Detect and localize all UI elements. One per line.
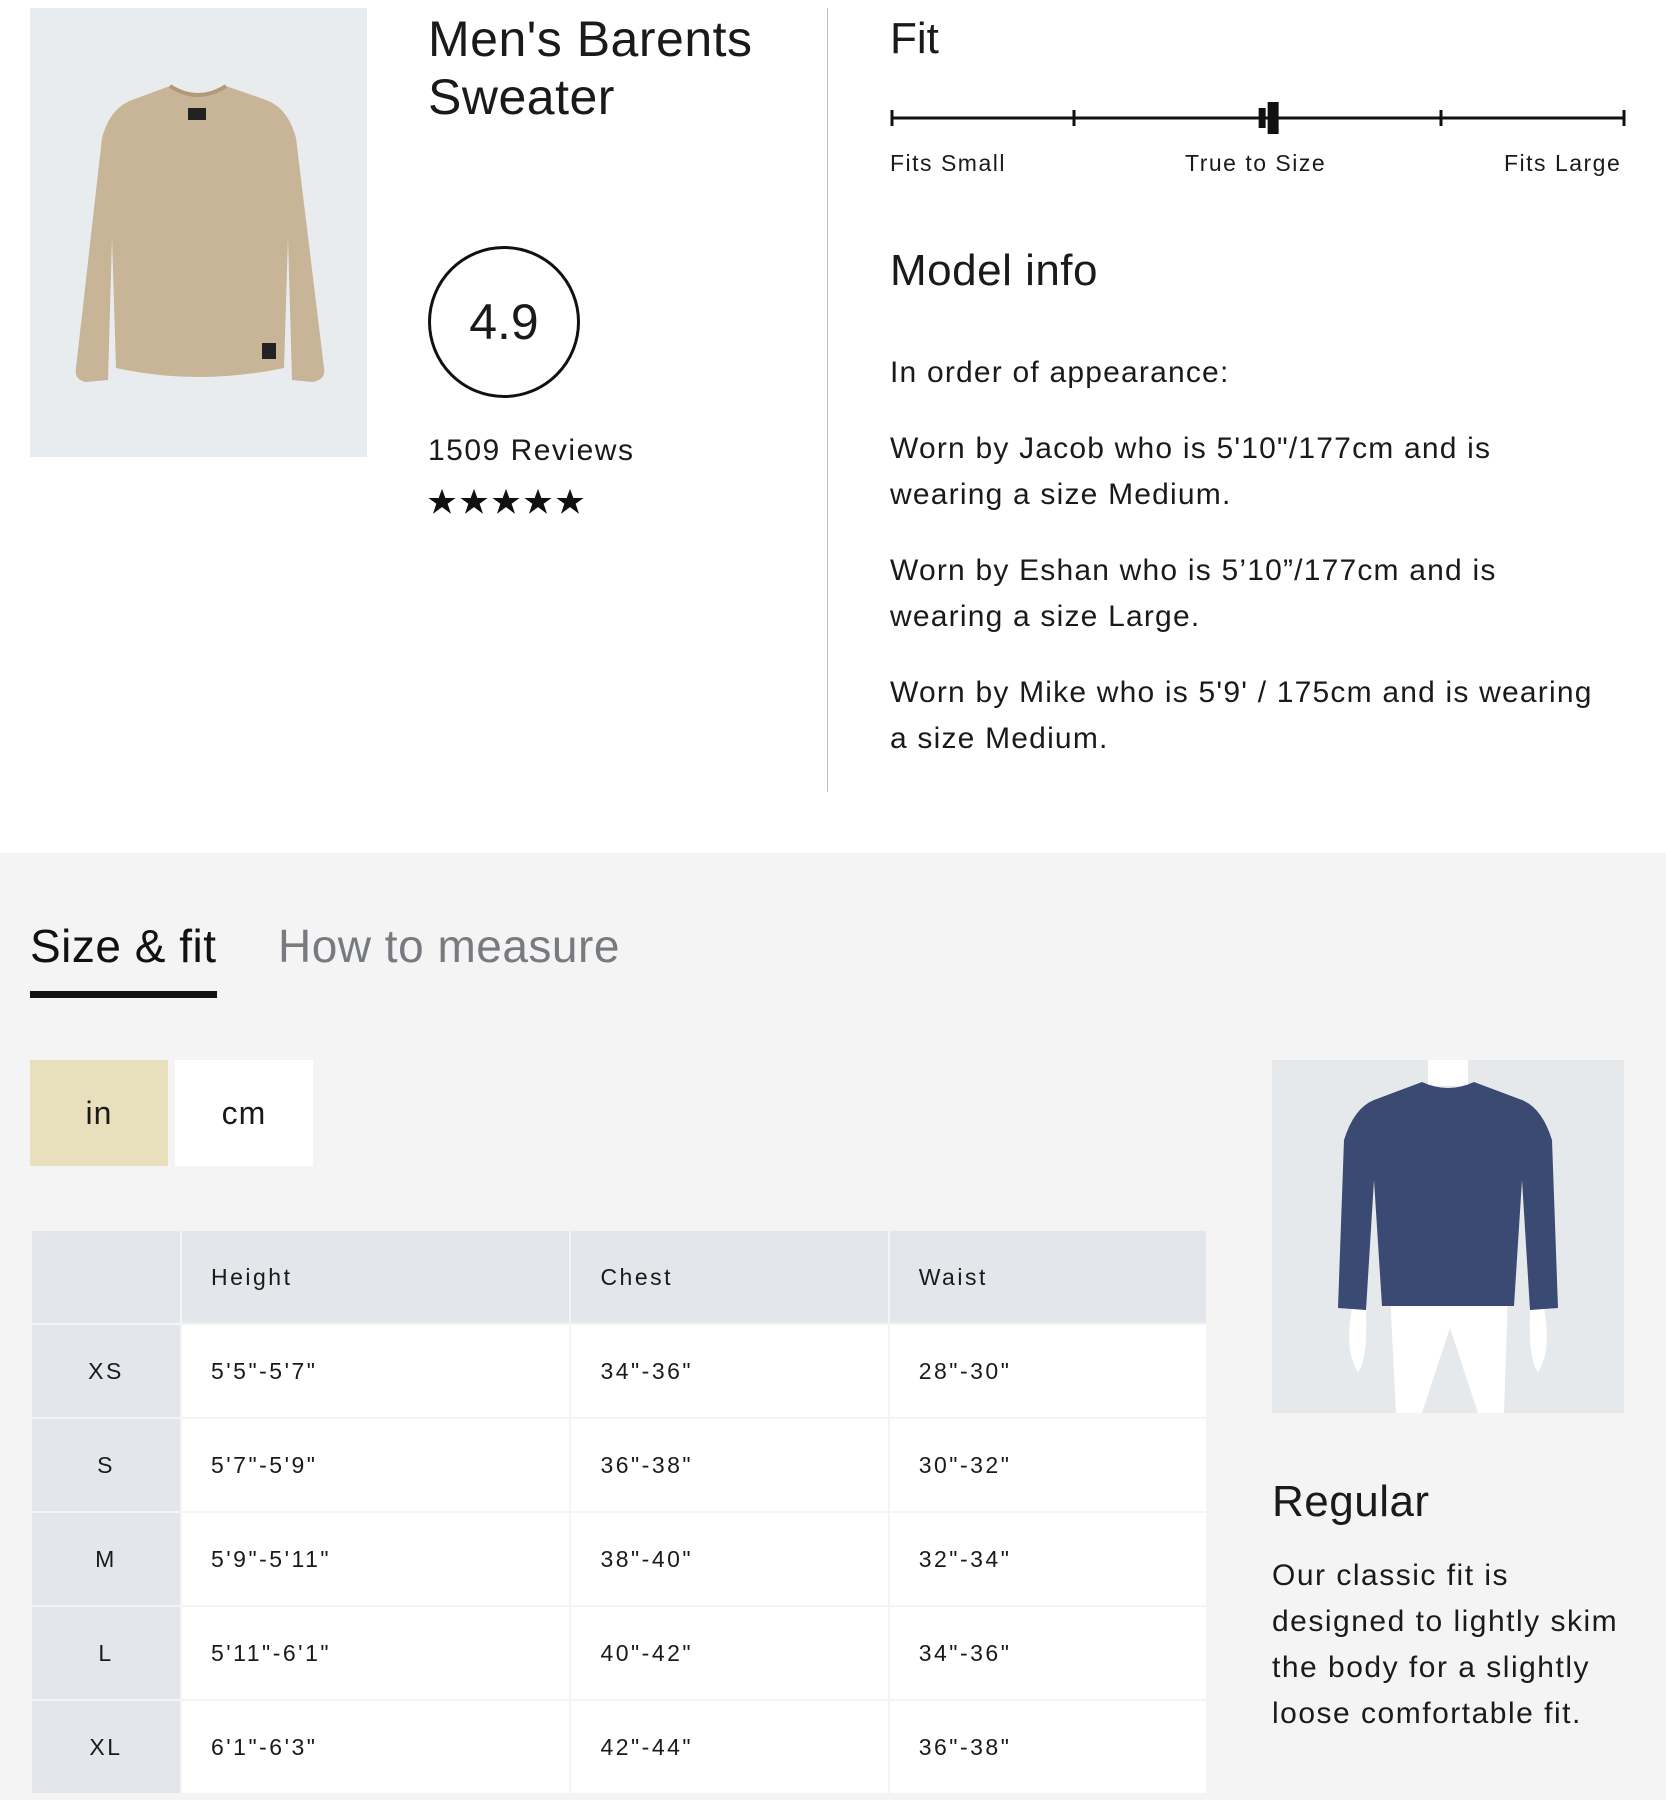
model-info-line: Worn by Eshan who is 5’10”/177cm and is … <box>890 554 1497 633</box>
waist-cell: 32"-34" <box>889 1513 1206 1605</box>
model-info-line: Worn by Jacob who is 5'10"/177cm and is … <box>890 432 1492 511</box>
waist-cell: 30"-32" <box>889 1419 1206 1511</box>
review-count[interactable]: 1509 Reviews <box>428 434 634 468</box>
table-row: S 5'7"-5'9" 36"-38" 30"-32" <box>32 1419 1206 1511</box>
tab-size-fit[interactable]: Size & fit <box>30 919 217 973</box>
table-row: XS 5'5"-5'7" 34"-36" 28"-30" <box>32 1325 1206 1417</box>
tab-how-to-measure[interactable]: How to measure <box>278 919 620 973</box>
height-cell: 5'9"-5'11" <box>182 1513 570 1605</box>
table-row: M 5'9"-5'11" 38"-40" 32"-34" <box>32 1513 1206 1605</box>
chest-cell: 42"-44" <box>571 1701 888 1793</box>
sweater-icon <box>75 84 325 382</box>
height-cell: 5'5"-5'7" <box>182 1325 570 1417</box>
fit-label-small: Fits Small <box>890 150 1006 176</box>
model-info-heading: Model info <box>890 246 1099 295</box>
table-header-height: Height <box>182 1231 570 1323</box>
unit-in-button[interactable]: in <box>30 1060 168 1166</box>
waist-cell: 34"-36" <box>889 1607 1206 1699</box>
size-label: XS <box>32 1325 180 1417</box>
height-cell: 5'11"-6'1" <box>182 1607 570 1699</box>
model-info-line: Worn by Mike who is 5'9' / 175cm and is … <box>890 676 1593 755</box>
fit-type-heading: Regular <box>1272 1477 1430 1526</box>
product-image[interactable] <box>30 8 367 457</box>
model-info-intro: In order of appearance: <box>890 356 1230 389</box>
star-icon <box>556 489 584 514</box>
table-header-size <box>32 1231 180 1323</box>
size-label: L <box>32 1607 180 1699</box>
chest-cell: 36"-38" <box>571 1419 888 1511</box>
chest-cell: 38"-40" <box>571 1513 888 1605</box>
waist-cell: 28"-30" <box>889 1325 1206 1417</box>
fit-description: Our classic fit is designed to lightly s… <box>1272 1559 1619 1730</box>
star-icon <box>460 489 488 514</box>
table-row: XL 6'1"-6'3" 42"-44" 36"-38" <box>32 1701 1206 1793</box>
fit-illustration <box>1272 1060 1624 1413</box>
star-icon <box>524 489 552 514</box>
size-label: S <box>32 1419 180 1511</box>
unit-cm-button[interactable]: cm <box>175 1060 313 1166</box>
table-header-waist: Waist <box>889 1231 1206 1323</box>
star-icon <box>428 489 456 514</box>
fit-label-true: True to Size <box>1185 150 1327 176</box>
waist-cell: 36"-38" <box>889 1701 1206 1793</box>
size-fit-section: Size & fit How to measure in cm Height C… <box>0 853 1666 1800</box>
fit-label-large: Fits Large <box>1504 150 1622 176</box>
product-title: Men's Barents Sweater <box>428 11 753 125</box>
star-icon <box>492 489 520 514</box>
size-chart-table: Height Chest Waist XS 5'5"-5'7" 34"-36" … <box>30 1229 1208 1795</box>
size-label: M <box>32 1513 180 1605</box>
table-row: L 5'11"-6'1" 40"-42" 34"-36" <box>32 1607 1206 1699</box>
table-header-row: Height Chest Waist <box>32 1231 1206 1323</box>
height-cell: 5'7"-5'9" <box>182 1419 570 1511</box>
vertical-divider <box>827 8 828 792</box>
fit-heading: Fit <box>890 14 939 63</box>
size-label: XL <box>32 1701 180 1793</box>
chest-cell: 34"-36" <box>571 1325 888 1417</box>
rating-badge: 4.9 <box>428 246 580 398</box>
height-cell: 6'1"-6'3" <box>182 1701 570 1793</box>
active-tab-indicator <box>30 991 217 998</box>
table-header-chest: Chest <box>571 1231 888 1323</box>
chest-cell: 40"-42" <box>571 1607 888 1699</box>
rating-value: 4.9 <box>469 294 539 350</box>
fit-scale <box>890 96 1626 140</box>
fit-marker <box>1258 102 1279 134</box>
fit-figure-icon <box>1338 1060 1558 1413</box>
star-rating <box>428 489 584 515</box>
